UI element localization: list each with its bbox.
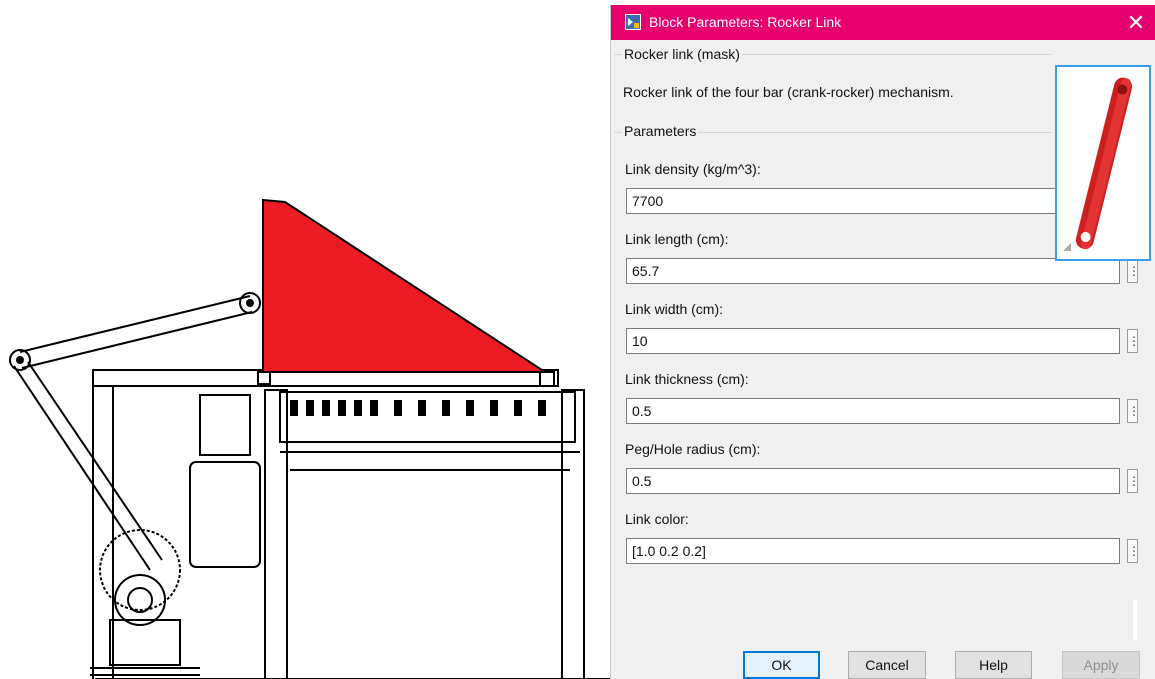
simulink-block-icon [625, 14, 641, 30]
apply-button[interactable]: Apply [1062, 651, 1140, 679]
cancel-button[interactable]: Cancel [848, 651, 926, 679]
peg-hole-radius-menu-button[interactable]: ⋮ [1127, 469, 1140, 493]
link-thickness-menu-button[interactable]: ⋮ [1127, 399, 1140, 423]
link-density-input[interactable] [626, 188, 1056, 214]
conveyor [279, 391, 576, 443]
peg-hole-radius-input[interactable] [626, 468, 1120, 494]
block-parameters-dialog: Block Parameters: Rocker Link ✕ Rocker l… [610, 5, 1155, 679]
gearbox [199, 394, 251, 456]
block-preview-image [1055, 65, 1151, 261]
drawing-arm-lower [13, 365, 151, 571]
link-width-label: Link width (cm): [625, 301, 724, 317]
drawing-arm-upper [19, 295, 251, 353]
link-color-menu-button[interactable]: ⋮ [1127, 539, 1140, 563]
link-thickness-label: Link thickness (cm): [625, 371, 749, 387]
title-bar[interactable]: Block Parameters: Rocker Link ✕ [611, 5, 1155, 40]
dialog-title: Block Parameters: Rocker Link [649, 14, 842, 30]
link-thickness-input[interactable] [626, 398, 1120, 424]
ok-button[interactable]: OK [743, 651, 820, 679]
link-density-label: Link density (kg/m^3): [625, 161, 761, 177]
link-color-input[interactable] [626, 538, 1120, 564]
help-button[interactable]: Help [955, 651, 1032, 679]
params-group-legend: Parameters [622, 123, 699, 139]
link-width-menu-button[interactable]: ⋮ [1127, 329, 1140, 353]
motor-box [189, 461, 261, 568]
rocker-link-icon [1063, 77, 1133, 251]
rocker-triangle [262, 198, 549, 373]
link-length-label: Link length (cm): [625, 231, 729, 247]
peg-hole-radius-label: Peg/Hole radius (cm): [625, 441, 761, 457]
close-button[interactable]: ✕ [1116, 5, 1155, 40]
resize-grip[interactable] [1133, 600, 1137, 640]
drawing-arm-upper-2 [21, 311, 253, 369]
link-color-label: Link color: [625, 511, 689, 527]
mechanism-drawing [9, 198, 610, 679]
mask-group-legend: Rocker link (mask) [622, 46, 742, 62]
link-width-input[interactable] [626, 328, 1120, 354]
link-length-input[interactable] [626, 258, 1120, 284]
mask-description: Rocker link of the four bar (crank-rocke… [623, 84, 954, 100]
